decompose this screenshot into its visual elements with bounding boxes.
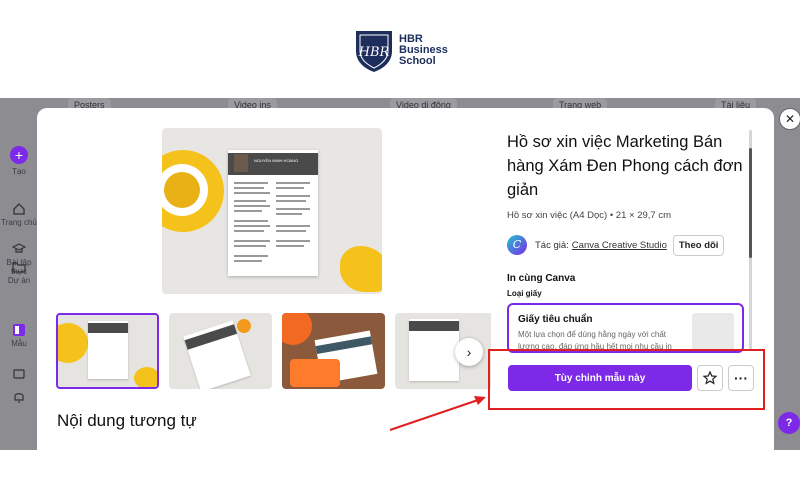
paper-option-card[interactable]: Giấy tiêu chuẩn Một lựa chọn để dùng hằn… — [507, 303, 744, 353]
scrollbar-thumb[interactable] — [749, 148, 752, 258]
canva-logo-icon: C — [507, 235, 527, 255]
sidebar-item-templates[interactable]: Mẫu — [0, 323, 38, 348]
sidebar-item-home[interactable]: Trang chủ — [0, 202, 38, 227]
brand-line-3: School — [399, 54, 436, 67]
author-label: Tác giả: — [535, 239, 569, 251]
graduation-cap-icon — [12, 243, 26, 253]
folder-icon — [12, 262, 26, 273]
info-scrollbar[interactable] — [749, 130, 752, 350]
template-info-panel: Hồ sơ xin việc Marketing Bán hàng Xám Đe… — [507, 130, 747, 353]
sidebar-item-label: Mẫu — [11, 339, 27, 348]
thumbnail-2[interactable] — [169, 313, 272, 389]
paper-option-image — [692, 313, 734, 351]
chevron-right-icon: › — [466, 344, 472, 360]
template-subtitle: Hồ sơ xin việc (A4 Dọc) • 21 × 29,7 cm — [507, 210, 671, 221]
paper-type-label: Loại giấy — [507, 289, 542, 298]
sidebar-item-shop[interactable] — [0, 366, 38, 382]
sidebar-item-projects[interactable]: Dự án — [0, 260, 38, 285]
sidebar-item-notifications[interactable] — [0, 390, 38, 406]
next-thumbnail-button[interactable]: › — [455, 338, 483, 366]
paper-option-name: Giấy tiêu chuẩn — [518, 314, 593, 325]
sidebar-item-label: Tạo — [12, 167, 26, 176]
resume-photo — [234, 154, 248, 172]
sidebar-item-label: Trang chủ — [1, 218, 37, 227]
app-sidebar: + Tạo Trang chủ Bài tập thực Dự án Mẫu — [0, 98, 38, 450]
home-icon — [13, 203, 25, 215]
author-row: C Tác giả: Canva Creative Studio Theo dõ… — [507, 234, 747, 256]
sidebar-item-label: Dự án — [7, 276, 31, 285]
decor-coffee — [164, 172, 200, 208]
follow-button[interactable]: Theo dõi — [672, 234, 725, 256]
close-modal-button[interactable]: ✕ — [779, 108, 800, 130]
plus-icon: + — [10, 146, 28, 164]
print-section-heading: In cùng Canva — [507, 273, 576, 284]
shop-icon — [13, 369, 25, 379]
brand-monogram: HBR — [358, 45, 390, 60]
template-modal: NGUYỄN MINH HOÀNG › Nội dung tương tự Hồ… — [37, 108, 774, 468]
thumbnail-strip — [56, 313, 491, 391]
bell-icon — [14, 393, 24, 403]
sidebar-item-create[interactable]: + Tạo — [0, 146, 38, 176]
thumbnail-1[interactable] — [56, 313, 159, 389]
similar-content-heading: Nội dung tương tự — [57, 411, 197, 430]
template-title: Hồ sơ xin việc Marketing Bán hàng Xám Đe… — [507, 133, 743, 199]
resume-document: NGUYỄN MINH HOÀNG — [228, 150, 318, 276]
hbr-logo: HBR HBR Business School — [354, 27, 448, 73]
decor-leaf — [340, 246, 382, 292]
author-link[interactable]: Canva Creative Studio — [572, 240, 667, 251]
brand-line-2: Business — [399, 43, 448, 56]
template-icon — [13, 324, 25, 336]
template-preview-image: NGUYỄN MINH HOÀNG — [162, 128, 382, 294]
hbr-shield-icon: HBR — [356, 31, 392, 72]
help-button[interactable]: ? — [778, 412, 800, 434]
brand-text: HBR Business School — [399, 32, 448, 67]
help-icon: ? — [785, 417, 793, 429]
annotation-highlight-box — [488, 349, 765, 410]
close-icon: ✕ — [784, 112, 796, 126]
brand-line-1: HBR — [399, 32, 423, 45]
resume-name: NGUYỄN MINH HOÀNG — [254, 158, 299, 163]
page-header: HBR HBR Business School — [0, 0, 800, 98]
thumbnail-3[interactable] — [282, 313, 385, 389]
